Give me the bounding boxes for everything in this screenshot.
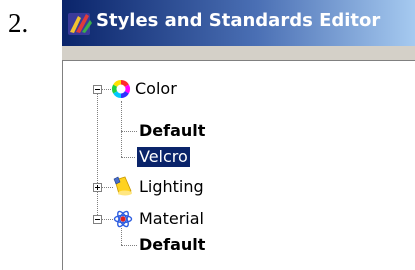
tree-node-color[interactable]: Color xyxy=(135,79,177,99)
title-bar[interactable]: Styles and Standards Editor xyxy=(62,0,415,46)
color-collapse-toggle[interactable] xyxy=(93,85,102,94)
page: 2. Styles and Standards Editor Color Def… xyxy=(0,0,415,270)
tree-node-color-default[interactable]: Default xyxy=(139,121,205,141)
tree-connector xyxy=(121,245,137,246)
tree-node-color-velcro[interactable]: Velcro xyxy=(136,146,191,168)
styles-tree[interactable]: Color Default Velcro Lighting Material D… xyxy=(62,60,415,270)
tree-connector xyxy=(101,89,111,90)
lighting-expand-toggle[interactable] xyxy=(93,183,102,192)
step-number: 2. xyxy=(8,8,29,38)
tree-node-material-default[interactable]: Default xyxy=(139,235,205,255)
styles-editor-icon xyxy=(68,13,92,35)
tree-connector xyxy=(97,89,98,219)
styles-editor-window: Styles and Standards Editor Color Defaul… xyxy=(62,0,415,270)
color-wheel-icon xyxy=(111,80,131,98)
window-title: Styles and Standards Editor xyxy=(96,10,381,31)
editor-panel: Color Default Velcro Lighting Material D… xyxy=(62,46,415,270)
tree-connector xyxy=(121,101,122,157)
tree-connector xyxy=(101,187,113,188)
tree-node-lighting[interactable]: Lighting xyxy=(139,177,204,197)
material-atom-icon xyxy=(113,210,133,228)
spotlight-icon xyxy=(113,176,132,196)
tree-connector xyxy=(121,228,122,245)
tree-connector xyxy=(121,131,137,132)
material-collapse-toggle[interactable] xyxy=(93,215,102,224)
tree-connector xyxy=(121,157,135,158)
tree-connector xyxy=(101,219,113,220)
tree-node-material[interactable]: Material xyxy=(139,209,204,229)
